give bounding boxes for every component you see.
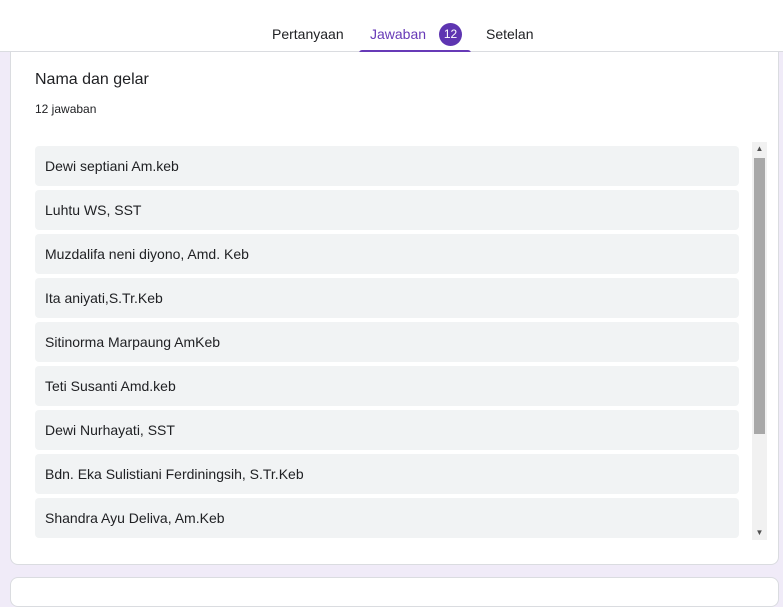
response-count: 12 jawaban [35,102,97,116]
list-item: Dewi Nurhayati, SST [35,410,739,450]
tab-settings[interactable]: Setelan [486,0,533,52]
list-item: Ita aniyati,S.Tr.Keb [35,278,739,318]
list-item: Muzdalifa neni diyono, Amd. Keb [35,234,739,274]
tabs: Pertanyaan Jawaban 12 Setelan [0,0,783,53]
responses-count-badge: 12 [439,23,462,46]
tab-responses[interactable]: Jawaban 12 [359,0,471,53]
top-tab-bar: Pertanyaan Jawaban 12 Setelan [0,0,783,53]
tab-settings-label: Setelan [486,26,534,42]
list-item: Shandra Ayu Deliva, Am.Keb [35,498,739,538]
list-item: Sitinorma Marpaung AmKeb [35,322,739,362]
tab-questions-label: Pertanyaan [272,26,344,42]
question-title: Nama dan gelar [35,71,149,88]
tab-questions[interactable]: Pertanyaan [272,0,344,52]
list-item: Dewi septiani Am.keb [35,146,739,186]
list-item: Luhtu WS, SST [35,190,739,230]
question-responses-card: Nama dan gelar 12 jawaban Dewi septiani … [10,52,779,565]
list-item: Bdn. Eka Sulistiani Ferdiningsih, S.Tr.K… [35,454,739,494]
scroll-down-arrow-icon[interactable]: ▼ [752,526,767,540]
response-list-scrollbar[interactable]: ▲ ▼ [752,142,767,540]
scroll-thumb[interactable] [754,158,765,434]
next-question-card [10,577,779,607]
list-item: Teti Susanti Amd.keb [35,366,739,406]
scroll-up-arrow-icon[interactable]: ▲ [752,142,767,156]
response-list[interactable]: Dewi septiani Am.keb Luhtu WS, SST Muzdali… [35,144,739,540]
